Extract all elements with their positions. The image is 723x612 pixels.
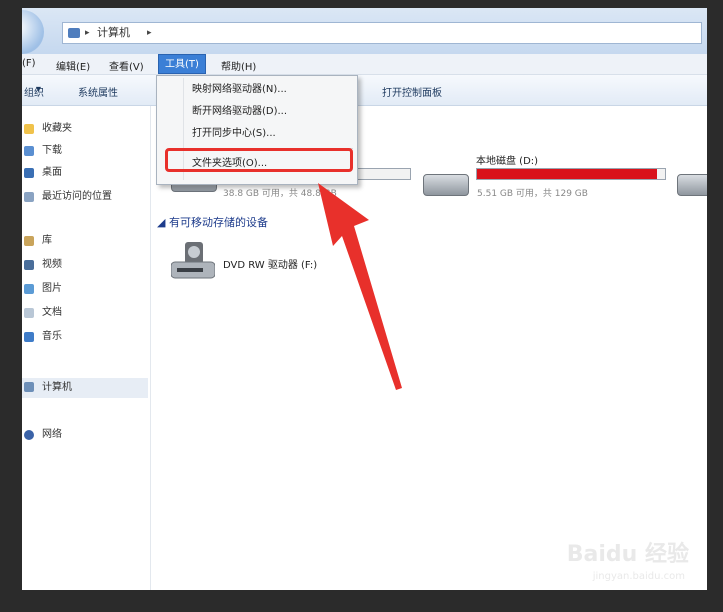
explorer-window: ▸ 计算机 ▸ (F) 编辑(E) 查看(V) 工具(T) 帮助(H) 组织 ▾… [22,8,707,590]
annotation-arrow [318,183,402,390]
